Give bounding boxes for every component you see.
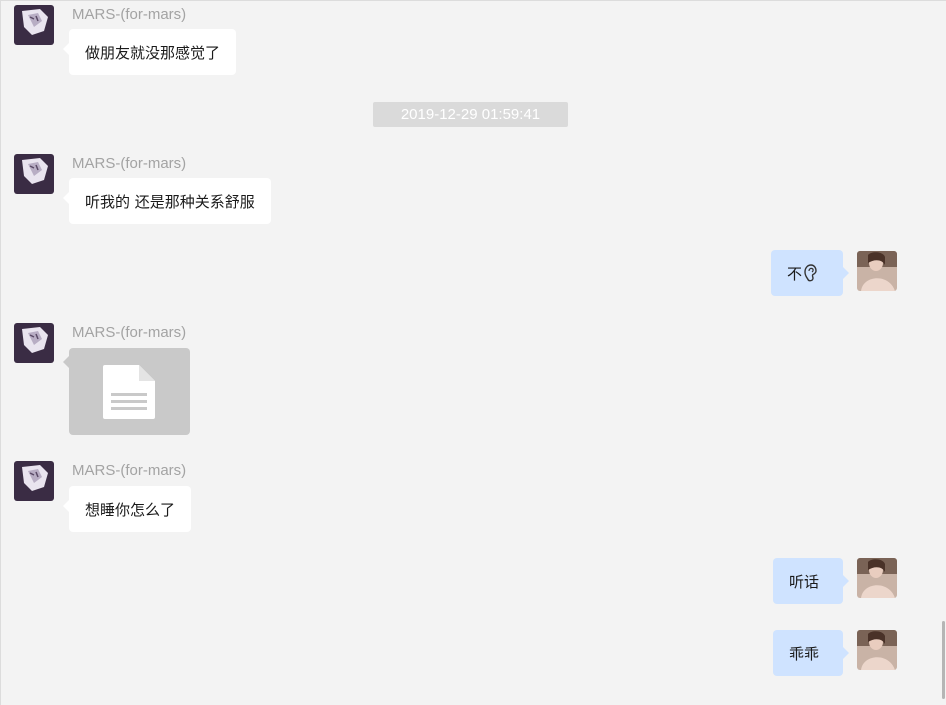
chat-window: MARS-(for-mars) 做朋友就没那感觉了 2019-12-29 01:… — [0, 0, 946, 705]
self-avatar[interactable] — [857, 558, 897, 598]
message-bubble[interactable]: 乖乖 — [773, 630, 849, 676]
message-text: 想睡你怎么了 — [85, 500, 176, 519]
sender-name: MARS-(for-mars) — [72, 462, 187, 479]
message-bubble[interactable]: 做朋友就没那感觉了 — [62, 29, 237, 75]
message-bubble[interactable]: 想睡你怎么了 — [62, 486, 192, 532]
message-bubble[interactable]: 听我的 还是那种关系舒服 — [63, 178, 271, 224]
sender-name: MARS-(for-mars) — [72, 6, 187, 23]
message-bubble[interactable]: 不 — [771, 250, 849, 296]
sender-name: MARS-(for-mars) — [72, 155, 187, 172]
ear-emoji — [804, 264, 817, 282]
message-text: 乖乖 — [789, 644, 820, 663]
file-icon — [103, 365, 155, 419]
sender-name: MARS-(for-mars) — [72, 324, 187, 341]
message-bubble[interactable]: 听话 — [773, 558, 849, 604]
self-avatar[interactable] — [857, 630, 897, 670]
contact-avatar[interactable] — [14, 154, 54, 194]
message-text: 听话 — [789, 572, 820, 591]
message-text: 做朋友就没那感觉了 — [85, 43, 221, 62]
contact-avatar[interactable] — [14, 461, 54, 501]
contact-avatar[interactable] — [14, 5, 54, 45]
timestamp-divider: 2019-12-29 01:59:41 — [373, 102, 568, 127]
contact-avatar[interactable] — [14, 323, 54, 363]
message-text: 不 — [787, 264, 803, 283]
scrollbar-thumb[interactable] — [942, 621, 945, 699]
self-avatar[interactable] — [857, 251, 897, 291]
message-text: 听我的 还是那种关系舒服 — [85, 192, 255, 211]
file-attachment[interactable] — [63, 348, 190, 435]
